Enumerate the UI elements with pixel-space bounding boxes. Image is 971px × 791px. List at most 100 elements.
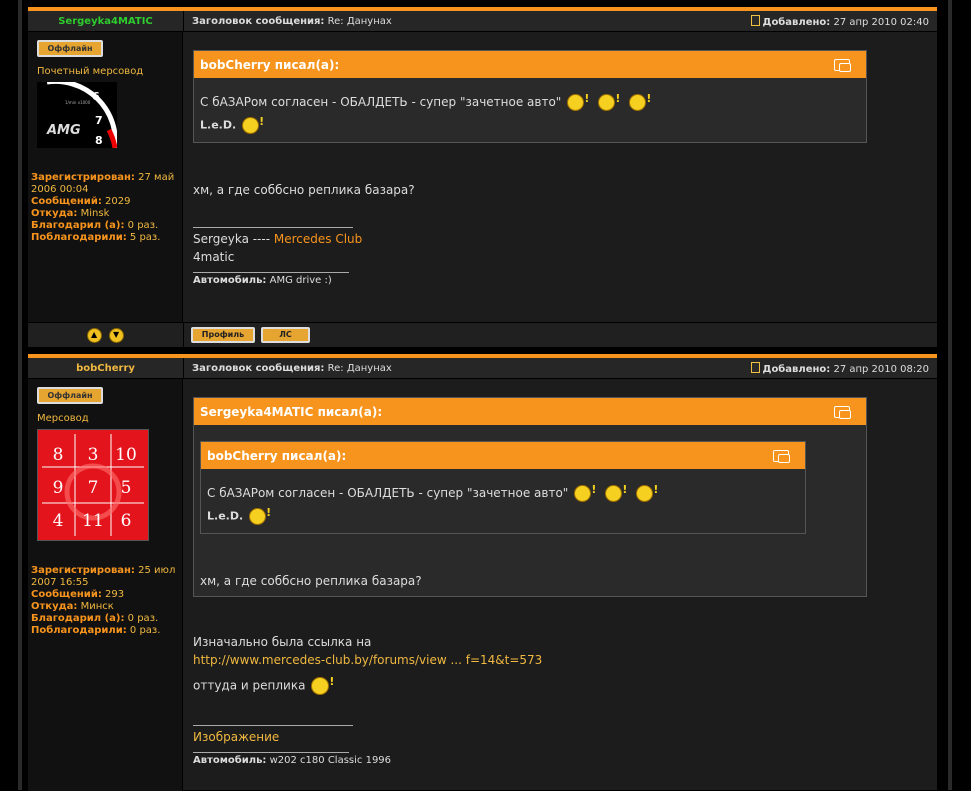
avatar: 8 3 10 9 7 5 4 11 6 — [37, 429, 149, 541]
post-content: Sergeyka4MATIC писал(а): bobCherry писал… — [183, 379, 937, 791]
right-border — [948, 0, 952, 790]
signature-line-2: 4matic — [193, 250, 235, 264]
quote-author: Sergeyka4MATIC писал(а): — [200, 404, 383, 419]
car-info: Автомобиль: w202 c180 Classic 1996 — [193, 755, 927, 766]
subject: Заголовок сообщения: Re: Данунах — [192, 16, 392, 27]
quote-header: Sergeyka4MATIC писал(а): — [194, 398, 866, 425]
author-rank: Мерсовод — [37, 413, 89, 424]
quote-body: bobCherry писал(а): С бАЗАРом согласен -… — [194, 425, 866, 596]
author-name[interactable]: Sergeyka4MATIC — [28, 11, 184, 31]
quote-icon[interactable] — [834, 405, 851, 419]
date-value: 27 апр 2010 08:20 — [833, 363, 929, 375]
car-separator — [193, 752, 349, 753]
quote-box: Sergeyka4MATIC писал(а): bobCherry писал… — [193, 397, 867, 597]
grid-cell: 9 — [53, 478, 64, 498]
offline-badge: Оффлайн — [37, 387, 103, 404]
subject-value: Re: Данунах — [327, 362, 392, 374]
post-icon[interactable] — [750, 361, 760, 373]
quote-icon[interactable] — [773, 449, 790, 463]
nav-arrows: ▲ ▼ — [28, 323, 184, 347]
post-date: Добавлено: 27 апр 2010 08:20 — [750, 361, 929, 375]
stat-location: Откуда: Минск — [31, 601, 114, 612]
stat-posts: Сообщений: 2029 — [31, 196, 131, 207]
thumbs-up-smiley-icon — [242, 115, 264, 134]
stat-thanked: Благодарил (а): 0 раз. — [31, 613, 159, 624]
pm-button[interactable]: ЛС — [261, 327, 310, 343]
post-footer: ▲ ▼ Профиль ЛС — [28, 322, 937, 347]
stat-registered: Зарегистрирован: 27 май 2006 00:04 — [31, 172, 175, 195]
author-stats: Зарегистрирован: 25 июл 2007 16:55 Сообщ… — [31, 565, 179, 637]
quote-box: bobCherry писал(а): С бАЗАРом согласен -… — [193, 50, 867, 143]
author-profile: Оффлайн Почетный мерсовод 6 7 8 1/min x1… — [28, 32, 183, 322]
quote-author: bobCherry писал(а): — [200, 57, 340, 72]
post-content: bobCherry писал(а): С бАЗАРом согласен -… — [183, 32, 937, 322]
quote-body: С бАЗАРом согласен - ОБАЛДЕТЬ - супер "з… — [194, 78, 866, 142]
car-separator — [193, 272, 349, 273]
car-label: Автомобиль: — [193, 275, 267, 286]
post-body: Оффлайн Почетный мерсовод 6 7 8 1/min x1… — [28, 32, 937, 322]
tick-8: 8 — [95, 134, 103, 147]
profile-button[interactable]: Профиль — [191, 327, 255, 343]
message-text: хм, а где соббсно реплика базара? — [193, 183, 415, 197]
subject-label: Заголовок сообщения: — [192, 362, 325, 374]
post-1: Sergeyka4MATIC Заголовок сообщения: Re: … — [28, 7, 937, 347]
smiley-icon — [311, 675, 334, 695]
car-label: Автомобиль: — [193, 755, 267, 766]
signature-image-link[interactable]: Изображение — [193, 730, 279, 744]
arrow-down-icon[interactable]: ▼ — [109, 327, 124, 343]
signature-separator — [193, 725, 353, 726]
author-name[interactable]: bobCherry — [28, 358, 184, 378]
date-value: 27 апр 2010 02:40 — [833, 16, 929, 28]
stat-was-thanked: Поблагодарили: 5 раз. — [31, 232, 161, 243]
signature: Sergeyka ---- Mercedes Club — [193, 232, 927, 246]
thumbs-up-smiley-icon — [598, 92, 620, 111]
message-link[interactable]: http://www.mercedes-club.by/forums/view … — [193, 653, 542, 667]
magic-square-image: 8 3 10 9 7 5 4 11 6 — [42, 434, 144, 536]
thumbs-up-smiley-icon — [574, 483, 596, 502]
signature-link[interactable]: Mercedes Club — [274, 232, 362, 246]
post-subject-bar: Заголовок сообщения: Re: Данунах Добавле… — [184, 11, 937, 31]
offline-badge: Оффлайн — [37, 40, 103, 57]
thumbs-up-smiley-icon — [567, 92, 589, 111]
author-rank: Почетный мерсовод — [37, 66, 144, 77]
stat-registered: Зарегистрирован: 25 июл 2007 16:55 — [31, 565, 176, 588]
message-line-3: оттуда и реплика — [193, 675, 927, 695]
stat-location: Откуда: Minsk — [31, 208, 110, 219]
amg-logo-text: AMG — [46, 123, 81, 138]
grid-cell: 10 — [115, 445, 137, 465]
subject-label: Заголовок сообщения: — [192, 15, 325, 27]
post-subject-bar: Заголовок сообщения: Re: Данунах Добавле… — [184, 358, 937, 378]
quote-header: bobCherry писал(а): — [194, 51, 866, 78]
quote-text: хм, а где соббсно реплика базара? — [200, 574, 422, 588]
quote-icon[interactable] — [834, 58, 851, 72]
inner-quote-text: С бАЗАРом согласен - ОБАЛДЕТЬ - супер "з… — [207, 486, 569, 500]
date-label: Добавлено: — [762, 16, 831, 28]
inner-quote-box: bobCherry писал(а): С бАЗАРом согласен -… — [200, 441, 806, 534]
post-2: bobCherry Заголовок сообщения: Re: Данун… — [28, 354, 937, 791]
grid-cell: 11 — [82, 511, 104, 531]
author-profile: Оффлайн Мерсовод 8 3 10 9 7 5 4 11 6 Зар… — [28, 379, 183, 791]
tick-6: 6 — [92, 90, 100, 103]
tick-7: 7 — [95, 114, 103, 127]
post-icon[interactable] — [750, 14, 760, 26]
stat-thanked: Благодарил (а): 0 раз. — [31, 220, 159, 231]
thumbs-up-smiley-icon — [636, 483, 658, 502]
date-label: Добавлено: — [762, 363, 831, 375]
thumbs-up-smiley-icon — [629, 92, 651, 111]
grid-cell: 7 — [88, 478, 99, 498]
quote-text: С бАЗАРом согласен - ОБАЛДЕТЬ - супер "з… — [200, 95, 562, 109]
stat-was-thanked: Поблагодарили: 0 раз. — [31, 625, 161, 636]
amg-tachometer-image: 6 7 8 1/min x1000 AMG — [46, 82, 117, 148]
grid-cell: 5 — [121, 478, 132, 498]
avatar: 6 7 8 1/min x1000 AMG — [37, 82, 117, 148]
car-info: Автомобиль: AMG drive :) — [193, 275, 927, 286]
grid-cell: 3 — [88, 445, 99, 465]
post-date: Добавлено: 27 апр 2010 02:40 — [750, 14, 929, 28]
quote-sign: L.e.D. — [200, 118, 237, 132]
message-line-1: Изначально была ссылка на — [193, 635, 372, 649]
post-header: bobCherry Заголовок сообщения: Re: Данун… — [28, 358, 937, 379]
subject-value: Re: Данунах — [327, 15, 392, 27]
grid-cell: 4 — [53, 511, 64, 531]
arrow-up-icon[interactable]: ▲ — [87, 327, 102, 343]
car-value: AMG drive :) — [269, 275, 332, 286]
